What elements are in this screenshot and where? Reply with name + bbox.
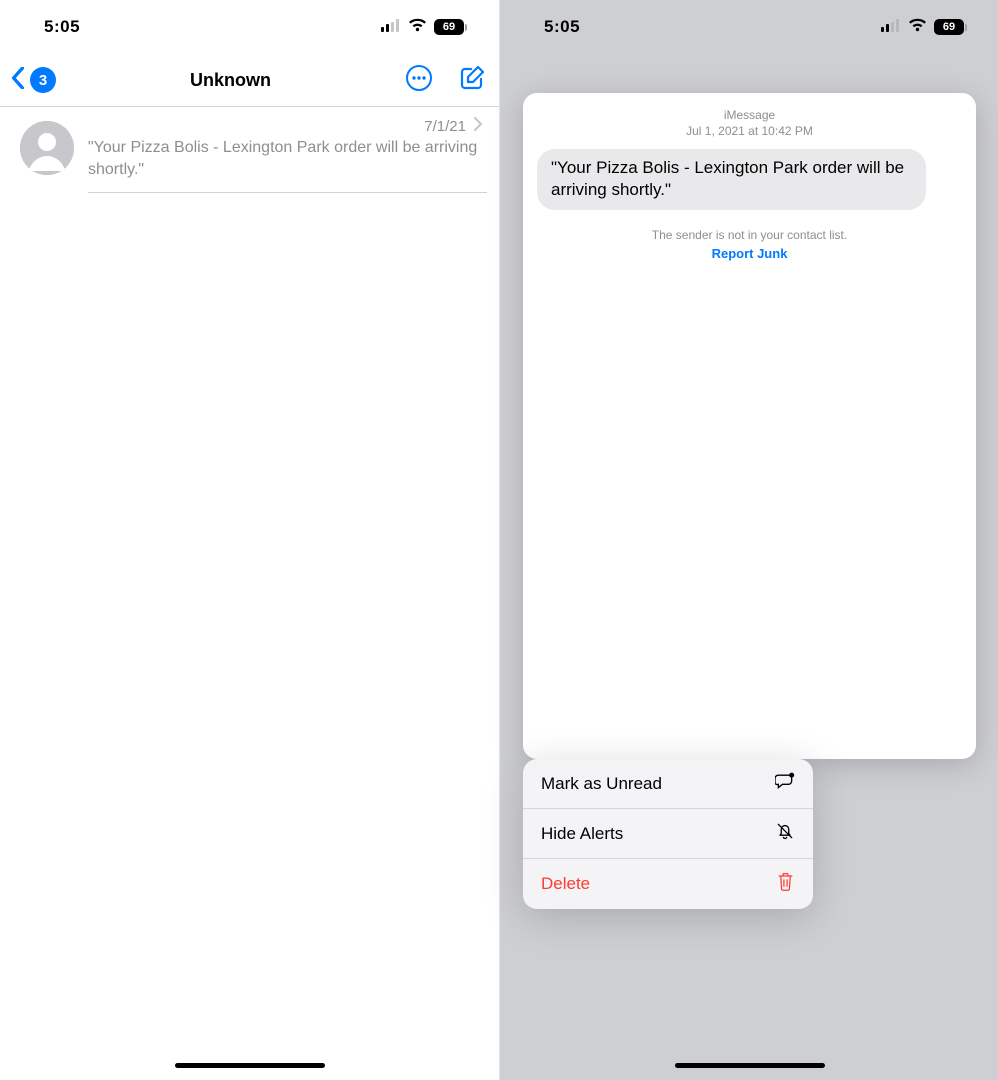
avatar bbox=[20, 121, 74, 175]
cellular-icon bbox=[881, 17, 901, 37]
preview-header-timestamp: Jul 1, 2021 at 10:42 PM bbox=[537, 123, 962, 139]
bell-off-icon bbox=[775, 821, 795, 846]
battery-icon: 69 bbox=[934, 19, 967, 35]
status-right: 69 bbox=[881, 17, 967, 37]
battery-level: 69 bbox=[934, 19, 964, 35]
message-bubble: "Your Pizza Bolis - Lexington Park order… bbox=[537, 149, 926, 209]
nav-bar: 3 Unknown bbox=[0, 54, 499, 107]
conversation-preview-card[interactable]: iMessage Jul 1, 2021 at 10:42 PM "Your P… bbox=[523, 93, 976, 759]
status-bar: 5:05 69 bbox=[500, 0, 998, 54]
wifi-icon bbox=[908, 17, 927, 37]
report-junk-link[interactable]: Report Junk bbox=[537, 246, 962, 261]
wifi-icon bbox=[408, 17, 427, 37]
more-icon[interactable] bbox=[405, 64, 433, 97]
menu-label: Mark as Unread bbox=[541, 774, 662, 794]
cellular-icon bbox=[381, 17, 401, 37]
battery-cap bbox=[465, 24, 467, 31]
menu-hide-alerts[interactable]: Hide Alerts bbox=[523, 809, 813, 859]
home-indicator[interactable] bbox=[675, 1063, 825, 1068]
status-right: 69 bbox=[381, 17, 467, 37]
back-chevron-icon bbox=[10, 67, 26, 94]
home-indicator[interactable] bbox=[175, 1063, 325, 1068]
conversation-body: 7/1/21 "Your Pizza Bolis - Lexington Par… bbox=[88, 117, 487, 193]
unread-count-badge: 3 bbox=[30, 67, 56, 93]
battery-level: 69 bbox=[434, 19, 464, 35]
preview-header-service: iMessage bbox=[537, 107, 962, 123]
nav-back-group[interactable]: 3 bbox=[10, 67, 56, 94]
preview-header: iMessage Jul 1, 2021 at 10:42 PM bbox=[537, 107, 962, 139]
conversation-date: 7/1/21 bbox=[424, 118, 466, 135]
status-time: 5:05 bbox=[544, 17, 580, 37]
compose-icon[interactable] bbox=[459, 65, 485, 96]
status-time: 5:05 bbox=[44, 17, 80, 37]
page-title: Unknown bbox=[190, 70, 271, 91]
nav-actions bbox=[405, 64, 485, 97]
trash-icon bbox=[776, 871, 795, 897]
chevron-right-icon bbox=[474, 117, 483, 135]
message-unread-icon bbox=[775, 771, 795, 796]
messages-list-screen: 5:05 69 3 Unknown bbox=[0, 0, 500, 1080]
context-menu: Mark as Unread Hide Alerts Delete bbox=[523, 759, 813, 909]
battery-cap bbox=[965, 24, 967, 31]
message-row: "Your Pizza Bolis - Lexington Park order… bbox=[537, 149, 962, 209]
context-menu-screen: 5:05 69 iMessage Jul 1, 2021 at 10:42 PM… bbox=[500, 0, 998, 1080]
conversation-row[interactable]: 7/1/21 "Your Pizza Bolis - Lexington Par… bbox=[0, 107, 499, 203]
conversation-snippet: "Your Pizza Bolis - Lexington Park order… bbox=[88, 137, 483, 180]
battery-icon: 69 bbox=[434, 19, 467, 35]
menu-label: Delete bbox=[541, 874, 590, 894]
status-bar: 5:05 69 bbox=[0, 0, 499, 54]
menu-delete[interactable]: Delete bbox=[523, 859, 813, 909]
menu-label: Hide Alerts bbox=[541, 824, 623, 844]
sender-not-in-contacts-label: The sender is not in your contact list. bbox=[537, 228, 962, 242]
menu-mark-unread[interactable]: Mark as Unread bbox=[523, 759, 813, 809]
